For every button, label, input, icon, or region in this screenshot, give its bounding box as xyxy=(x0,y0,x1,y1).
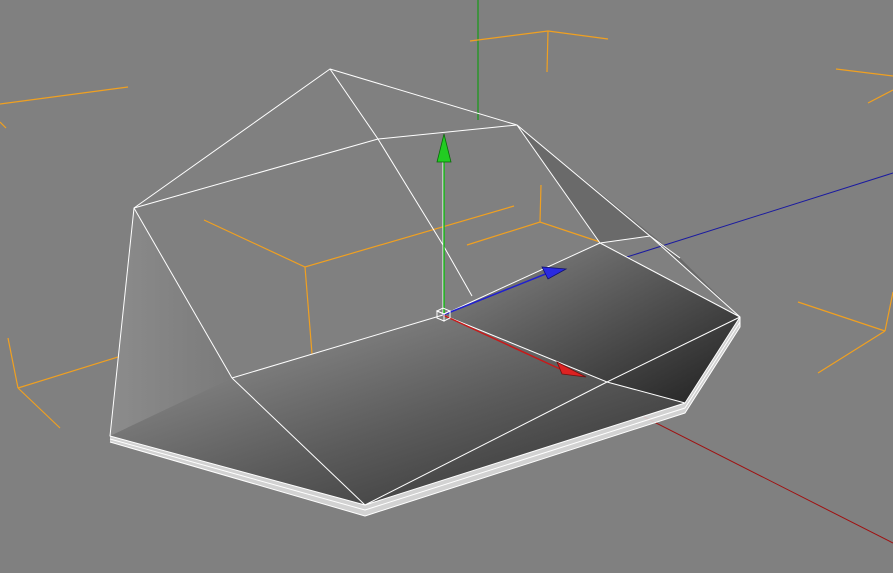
3d-viewport[interactable] xyxy=(0,0,893,573)
polyhedron-mesh[interactable] xyxy=(109,68,741,517)
viewport-canvas[interactable] xyxy=(0,0,893,573)
green-cone-arrow-icon[interactable] xyxy=(436,133,452,163)
